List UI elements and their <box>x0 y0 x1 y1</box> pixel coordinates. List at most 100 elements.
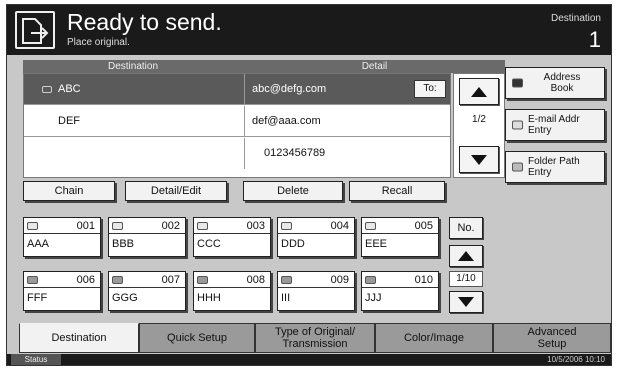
email-addr-entry-button[interactable]: E-mail Addr Entry <box>505 109 605 141</box>
column-divider <box>244 74 245 105</box>
scroll-up-button[interactable] <box>459 78 499 105</box>
list-navigation: 1/2 <box>453 73 505 178</box>
destination-count: 1 <box>588 27 601 52</box>
list-item[interactable]: ABC abc@defg.com To: <box>24 74 450 105</box>
key-name: AAA <box>27 238 50 250</box>
one-touch-key[interactable]: 006 FFF <box>23 271 101 311</box>
key-name: BBB <box>112 238 135 250</box>
key-divider <box>194 287 270 288</box>
tab-label: Destination <box>51 332 107 344</box>
one-touch-up-button[interactable] <box>449 245 483 267</box>
one-touch-key[interactable]: 009 III <box>277 271 355 311</box>
key-number: 010 <box>414 274 433 286</box>
key-number: 006 <box>76 274 95 286</box>
destination-name: DEF <box>58 115 80 127</box>
one-touch-key[interactable]: 002 BBB <box>108 217 186 257</box>
key-divider <box>24 287 100 288</box>
destination-list-header: Destination Detail <box>23 60 505 73</box>
key-divider <box>362 287 438 288</box>
folder-icon <box>112 276 123 284</box>
destination-count-label: Destination <box>550 13 601 24</box>
delete-button[interactable]: Delete <box>243 181 343 201</box>
key-name: DDD <box>281 238 305 250</box>
chain-button[interactable]: Chain <box>23 181 115 201</box>
address-book-label: Address Book <box>543 72 581 94</box>
mail-icon <box>42 86 52 93</box>
one-touch-key[interactable]: 003 CCC <box>193 217 271 257</box>
key-name: FFF <box>27 292 48 304</box>
folder-icon <box>281 276 292 284</box>
arrow-down-icon <box>471 154 487 165</box>
key-number: 005 <box>414 220 433 232</box>
scroll-down-button[interactable] <box>459 146 499 173</box>
mail-icon <box>512 120 523 130</box>
mail-icon <box>197 222 208 230</box>
key-number: 007 <box>161 274 180 286</box>
date-time: 10/5/2006 10:10 <box>547 355 605 364</box>
destination-name: ABC <box>58 83 81 95</box>
one-touch-key[interactable]: 004 DDD <box>277 217 355 257</box>
folder-icon <box>27 276 38 284</box>
one-touch-down-button[interactable] <box>449 291 483 313</box>
mail-icon <box>365 222 376 230</box>
tab-type-of-original-transmission[interactable]: Type of Original/ Transmission <box>255 323 375 353</box>
folder-icon <box>512 162 523 172</box>
email-addr-entry-label: E-mail Addr Entry <box>528 114 580 136</box>
arrow-up-icon <box>458 251 474 261</box>
list-page-indicator: 1/2 <box>472 114 486 125</box>
column-divider <box>244 106 245 137</box>
key-divider <box>278 233 354 234</box>
page-title: Ready to send. <box>67 9 222 35</box>
folder-path-entry-label: Folder Path Entry <box>528 156 580 178</box>
send-icon <box>15 11 55 49</box>
one-touch-key[interactable]: 005 EEE <box>361 217 439 257</box>
one-touch-key[interactable]: 001 AAA <box>23 217 101 257</box>
arrow-down-icon <box>458 297 474 307</box>
list-item[interactable]: DEF def@aaa.com <box>24 106 450 137</box>
one-touch-page-indicator: 1/10 <box>449 271 483 287</box>
key-name: EEE <box>365 238 388 250</box>
folder-icon <box>365 276 376 284</box>
arrow-up-icon <box>471 86 487 97</box>
recall-button[interactable]: Recall <box>349 181 445 201</box>
address-book-icon <box>512 78 523 88</box>
destination-detail: 0123456789 <box>264 147 326 159</box>
tab-quick-setup[interactable]: Quick Setup <box>139 323 255 353</box>
key-divider <box>362 233 438 234</box>
key-divider <box>24 233 100 234</box>
status-button[interactable]: Status <box>11 354 61 365</box>
key-name: GGG <box>112 292 138 304</box>
column-detail: Detail <box>361 61 388 72</box>
page-subtitle: Place original. <box>67 37 130 48</box>
list-item[interactable]: 0123456789 <box>24 138 450 169</box>
one-touch-key[interactable]: 007 GGG <box>108 271 186 311</box>
one-touch-key[interactable]: 010 JJJ <box>361 271 439 311</box>
one-touch-key[interactable]: 008 HHH <box>193 271 271 311</box>
tab-advanced-setup[interactable]: Advanced Setup <box>493 323 611 353</box>
destination-detail: def@aaa.com <box>252 115 321 127</box>
key-name: CCC <box>197 238 221 250</box>
column-destination: Destination <box>107 61 159 72</box>
tab-label: Quick Setup <box>167 332 227 344</box>
key-number: 003 <box>246 220 265 232</box>
key-name: HHH <box>197 292 221 304</box>
destination-list: ABC abc@defg.com To: DEF def@aaa.com 012… <box>23 73 451 178</box>
header-bar: Ready to send. Place original. Destinati… <box>7 5 611 55</box>
number-search-button[interactable]: No. <box>449 217 483 239</box>
folder-path-entry-button[interactable]: Folder Path Entry <box>505 151 605 183</box>
tab-destination[interactable]: Destination <box>19 323 139 353</box>
key-divider <box>109 287 185 288</box>
folder-icon <box>197 276 208 284</box>
mail-icon <box>112 222 123 230</box>
tab-color-image[interactable]: Color/Image <box>375 323 493 353</box>
detail-edit-button[interactable]: Detail/Edit <box>125 181 227 201</box>
mail-icon <box>281 222 292 230</box>
to-button[interactable]: To: <box>414 80 446 98</box>
key-name: JJJ <box>365 292 382 304</box>
key-number: 001 <box>76 220 95 232</box>
key-divider <box>109 233 185 234</box>
copier-screen: Ready to send. Place original. Destinati… <box>6 4 612 366</box>
key-divider <box>194 233 270 234</box>
column-divider <box>244 138 245 169</box>
address-book-button[interactable]: Address Book <box>505 67 605 99</box>
